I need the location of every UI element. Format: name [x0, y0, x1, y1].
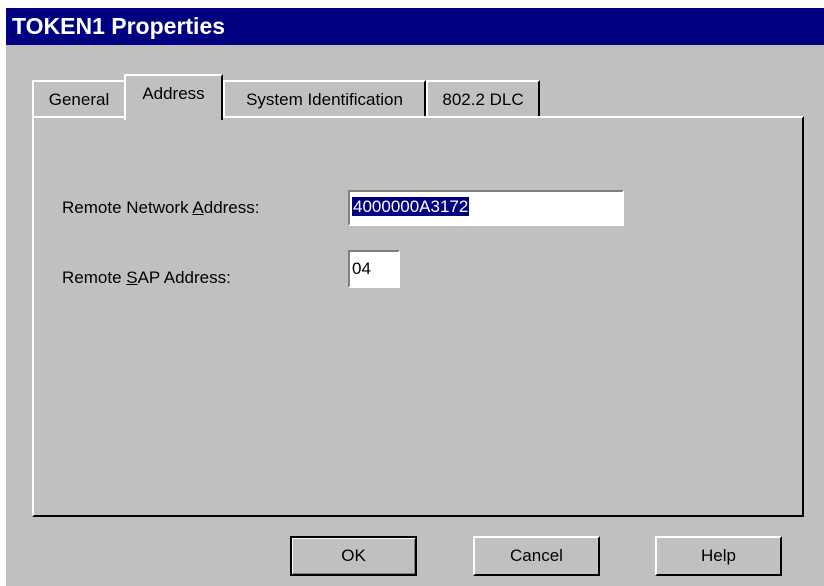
tab-label: 802.2 DLC	[442, 90, 524, 109]
tab-address[interactable]: Address	[124, 74, 223, 120]
remote-network-address-input[interactable]: 4000000A3172	[348, 190, 624, 226]
title-bar: TOKEN1 Properties	[6, 8, 824, 45]
properties-dialog: TOKEN1 Properties General Address System…	[6, 8, 824, 586]
tab-label: System Identification	[246, 90, 403, 109]
address-tab-panel: Remote Network Address: 4000000A3172 Rem…	[32, 116, 804, 517]
remote-sap-address-label: Remote SAP Address:	[62, 268, 231, 287]
remote-network-address-label: Remote Network Address:	[62, 198, 260, 217]
ok-button[interactable]: OK	[290, 536, 417, 576]
help-button[interactable]: Help	[655, 536, 782, 576]
window-title: TOKEN1 Properties	[12, 13, 226, 39]
tab-label: General	[48, 90, 110, 109]
remote-sap-address-input[interactable]: 04	[348, 250, 400, 288]
cancel-button-label: Cancel	[510, 546, 563, 565]
tab-system-identification[interactable]: System Identification	[223, 80, 426, 118]
tab-802-2-dlc[interactable]: 802.2 DLC	[426, 80, 540, 118]
remote-sap-address-value: 04	[352, 259, 371, 278]
help-button-label: Help	[701, 546, 736, 565]
cancel-button[interactable]: Cancel	[473, 536, 600, 576]
remote-network-address-value: 4000000A3172	[352, 197, 470, 216]
tab-label: Address	[142, 84, 205, 103]
ok-button-label: OK	[341, 546, 366, 565]
tab-general[interactable]: General	[32, 80, 126, 118]
